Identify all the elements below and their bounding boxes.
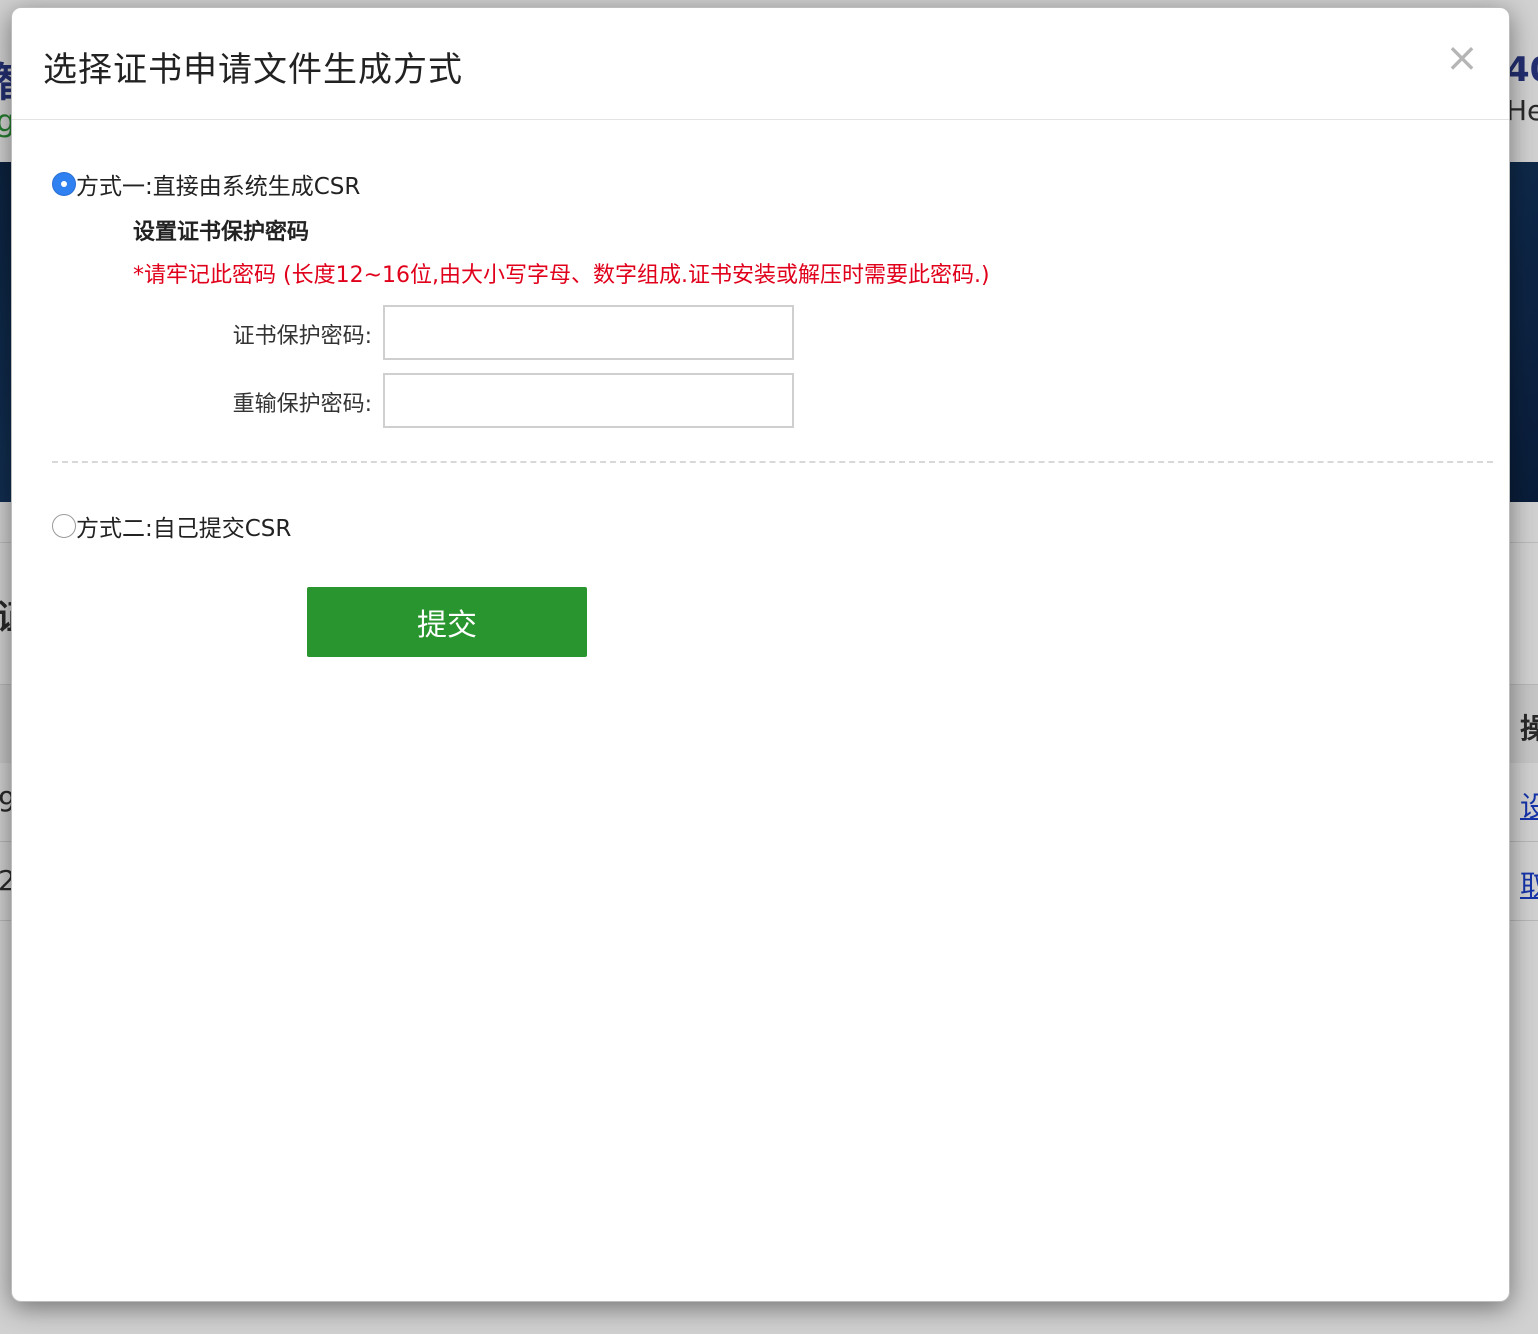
confirm-password-input[interactable] [383, 373, 794, 428]
close-icon[interactable]: × [1442, 38, 1482, 78]
option-2-label: 方式二:自己提交CSR [76, 516, 292, 542]
password-label: 证书保护密码: [232, 324, 372, 349]
confirm-password-label: 重输保护密码: [232, 392, 372, 417]
option-system-generate-csr[interactable]: 方式一:直接由系统生成CSR [52, 169, 361, 200]
option-divider [52, 461, 1493, 463]
radio-option-2[interactable] [52, 514, 76, 538]
radio-option-1[interactable] [52, 172, 76, 196]
submit-button[interactable]: 提交 [307, 587, 587, 657]
csr-method-dialog: 选择证书申请文件生成方式 × 方式一:直接由系统生成CSR 设置证书保护密码 *… [11, 7, 1510, 1302]
option-1-label: 方式一:直接由系统生成CSR [76, 174, 361, 200]
dialog-title: 选择证书申请文件生成方式 [43, 50, 463, 90]
password-section-heading: 设置证书保护密码 [133, 220, 310, 245]
password-warning: *请牢记此密码 (长度12~16位,由大小写字母、数字组成.证书安装或解压时需要… [133, 263, 990, 288]
password-input[interactable] [383, 305, 794, 360]
dialog-header: 选择证书申请文件生成方式 × [12, 8, 1509, 120]
option-self-submit-csr[interactable]: 方式二:自己提交CSR [52, 511, 292, 542]
